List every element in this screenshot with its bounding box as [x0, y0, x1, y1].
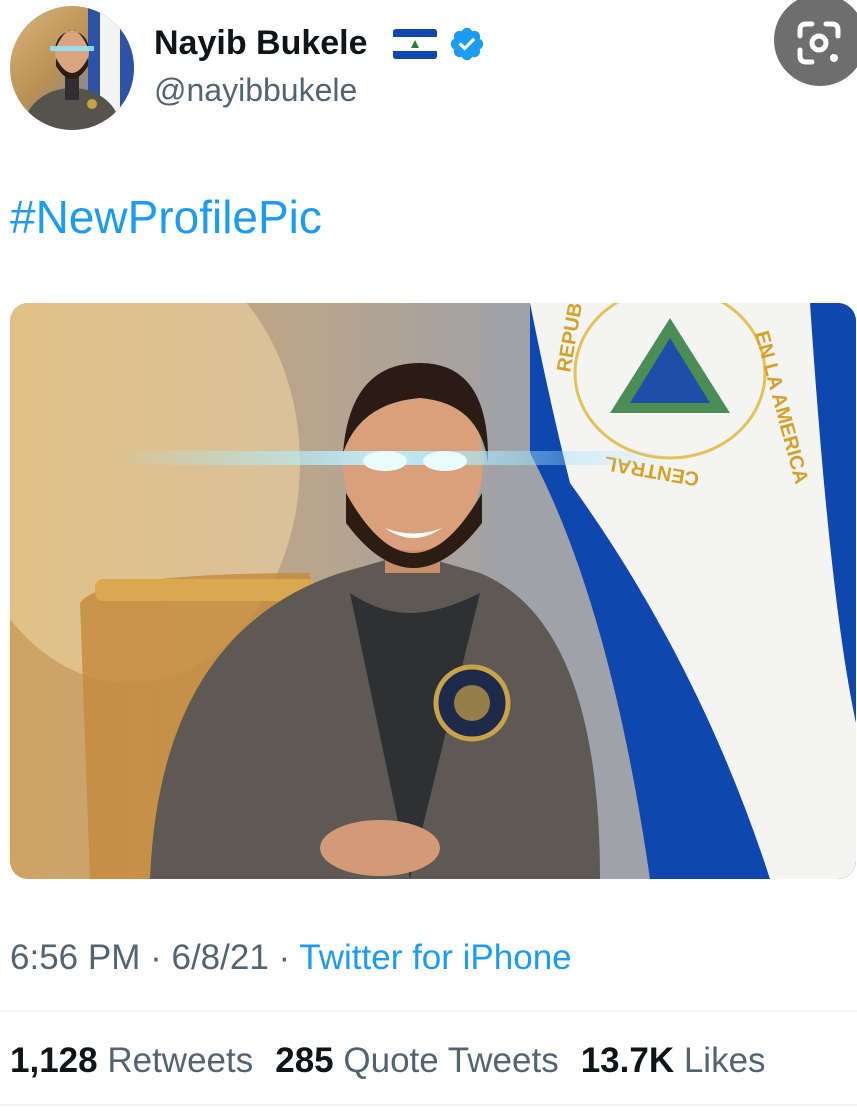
divider — [0, 1010, 857, 1012]
retweets-count: 1,128 — [10, 1041, 98, 1080]
meta-separator: · — [150, 938, 162, 977]
quote-tweets-stat[interactable]: 285 Quote Tweets — [275, 1041, 558, 1080]
retweets-stat[interactable]: 1,128 Retweets — [10, 1041, 253, 1080]
lens-button[interactable] — [774, 0, 857, 86]
tweet-time[interactable]: 6:56 PM — [10, 938, 140, 977]
retweets-label: Retweets — [107, 1041, 254, 1080]
tweet-image[interactable]: REPUB EN LA AMERICA CENTRAL — [10, 303, 856, 879]
tweet-source-link[interactable]: Twitter for iPhone — [299, 938, 571, 977]
verified-badge-icon — [450, 27, 484, 61]
quote-tweets-label: Quote Tweets — [343, 1041, 559, 1080]
author-handle[interactable]: @nayibbukele — [154, 72, 357, 109]
avatar[interactable] — [10, 6, 134, 130]
likes-label: Likes — [683, 1041, 766, 1080]
likes-count: 13.7K — [580, 1041, 675, 1080]
meta-separator-2: · — [278, 938, 291, 977]
el-salvador-flag-icon — [393, 29, 437, 59]
avatar-image — [24, 6, 134, 130]
google-lens-icon — [797, 21, 841, 65]
hashtag-link[interactable]: #NewProfilePic — [10, 190, 322, 244]
tweet-date[interactable]: 6/8/21 — [171, 938, 268, 977]
quote-tweets-count: 285 — [275, 1041, 334, 1080]
profile-photo: REPUB EN LA AMERICA CENTRAL — [10, 303, 856, 879]
author-name[interactable]: Nayib Bukele — [154, 24, 368, 63]
divider-bottom — [0, 1104, 857, 1106]
tweet-meta: 6:56 PM · 6/8/21 · Twitter for iPhone — [10, 938, 572, 978]
likes-stat[interactable]: 13.7K Likes — [581, 1041, 766, 1080]
tweet-stats: 1,128 Retweets 285 Quote Tweets 13.7K Like… — [10, 1041, 766, 1081]
